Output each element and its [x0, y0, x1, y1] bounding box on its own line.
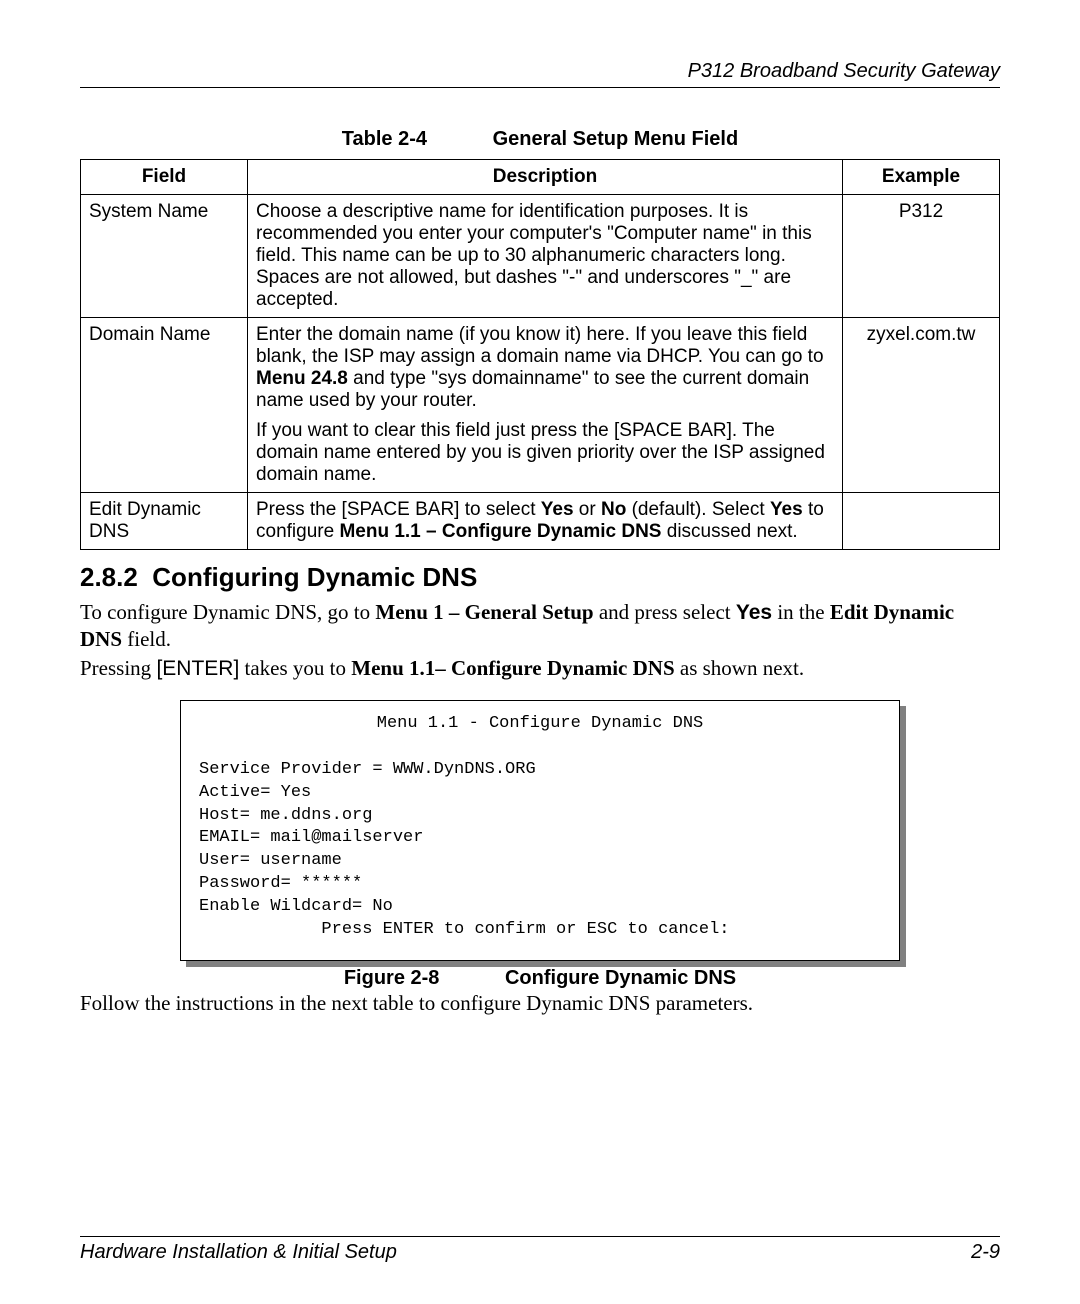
table-row: Edit Dynamic DNS Press the [SPACE BAR] t… — [81, 493, 1000, 550]
table-number: Table 2-4 — [342, 128, 427, 151]
table-row: Domain Name Enter the domain name (if yo… — [81, 318, 1000, 493]
figure-number: Figure 2-8 — [344, 967, 440, 990]
cell-field: Edit Dynamic DNS — [81, 493, 248, 550]
cell-example: P312 — [843, 195, 1000, 318]
page-footer: Hardware Installation & Initial Setup 2-… — [80, 1236, 1000, 1264]
console-line: Enable Wildcard= No — [199, 897, 393, 916]
console-box: Menu 1.1 - Configure Dynamic DNS Service… — [180, 700, 900, 961]
console-line: Password= ****** — [199, 874, 362, 893]
body-paragraph: Pressing [ENTER] takes you to Menu 1.1– … — [80, 655, 1000, 682]
cell-example — [843, 493, 1000, 550]
cell-field: Domain Name — [81, 318, 248, 493]
col-field: Field — [81, 160, 248, 195]
console-prompt: Press ENTER to confirm or ESC to cancel: — [321, 920, 729, 939]
section-title: Configuring Dynamic DNS — [152, 562, 477, 592]
console-line: EMAIL= mail@mailserver — [199, 828, 423, 847]
desc-text: If you want to clear this field just pre… — [256, 420, 834, 486]
desc-text: Enter the domain name (if you know it) h… — [256, 324, 834, 412]
cell-description: Press the [SPACE BAR] to select Yes or N… — [248, 493, 843, 550]
console-screenshot: Menu 1.1 - Configure Dynamic DNS Service… — [180, 700, 900, 961]
col-description: Description — [248, 160, 843, 195]
console-line: Active= Yes — [199, 783, 311, 802]
table-caption: Table 2-4 General Setup Menu Field — [80, 128, 1000, 151]
body-paragraph: To configure Dynamic DNS, go to Menu 1 –… — [80, 599, 1000, 653]
header-product-name: P312 Broadband Security Gateway — [688, 60, 1000, 82]
cell-description: Choose a descriptive name for identifica… — [248, 195, 843, 318]
table-title: General Setup Menu Field — [493, 128, 739, 150]
console-line: Host= me.ddns.org — [199, 806, 372, 825]
footer-page-number: 2-9 — [971, 1241, 1000, 1264]
desc-text: Choose a descriptive name for identifica… — [256, 201, 834, 311]
page-header: P312 Broadband Security Gateway — [80, 60, 1000, 88]
section-heading: 2.8.2 Configuring Dynamic DNS — [80, 562, 1000, 593]
footer-left: Hardware Installation & Initial Setup — [80, 1241, 397, 1264]
desc-text: Press the [SPACE BAR] to select Yes or N… — [256, 499, 834, 543]
figure-caption: Figure 2-8 Configure Dynamic DNS — [80, 967, 1000, 990]
general-setup-table: Field Description Example System Name Ch… — [80, 159, 1000, 550]
console-title: Menu 1.1 - Configure Dynamic DNS — [199, 713, 881, 736]
section-number: 2.8.2 — [80, 562, 138, 592]
col-example: Example — [843, 160, 1000, 195]
body-paragraph: Follow the instructions in the next tabl… — [80, 990, 1000, 1016]
cell-field: System Name — [81, 195, 248, 318]
cell-example: zyxel.com.tw — [843, 318, 1000, 493]
figure-title: Configure Dynamic DNS — [505, 967, 736, 989]
document-page: P312 Broadband Security Gateway Table 2-… — [0, 0, 1080, 1304]
table-header-row: Field Description Example — [81, 160, 1000, 195]
table-row: System Name Choose a descriptive name fo… — [81, 195, 1000, 318]
console-line: User= username — [199, 851, 342, 870]
cell-description: Enter the domain name (if you know it) h… — [248, 318, 843, 493]
console-line: Service Provider = WWW.DynDNS.ORG — [199, 760, 536, 779]
